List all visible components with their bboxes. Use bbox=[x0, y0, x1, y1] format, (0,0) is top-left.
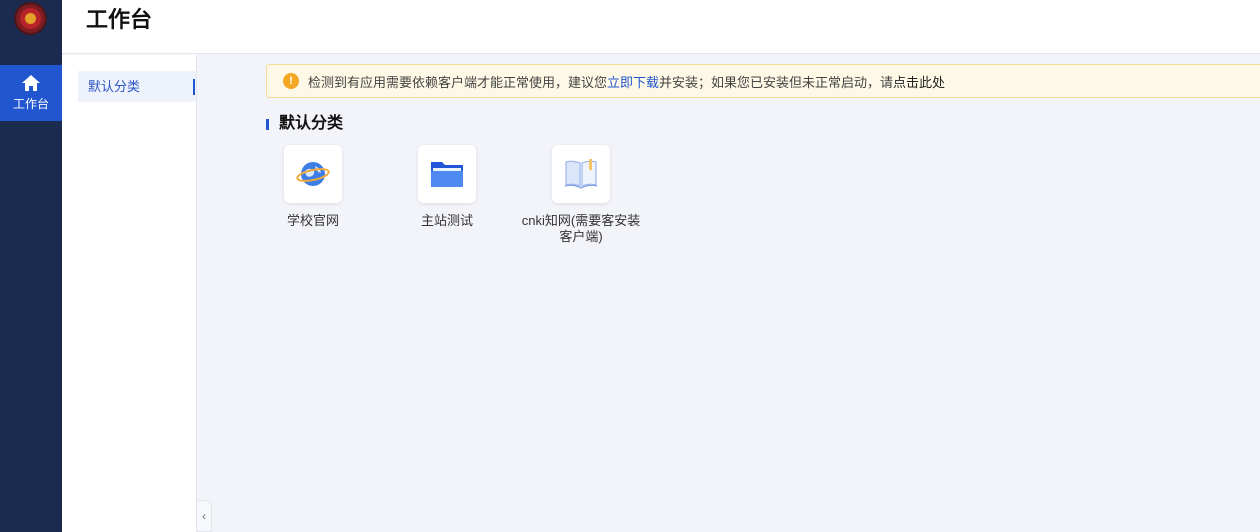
rail-item-workbench[interactable]: 工作台 bbox=[0, 65, 62, 121]
app-tile bbox=[284, 145, 342, 203]
app-tile bbox=[418, 145, 476, 203]
app-tile bbox=[552, 145, 610, 203]
folder-icon bbox=[431, 162, 463, 187]
warning-icon: ! bbox=[283, 73, 299, 89]
app-school-website[interactable]: 学校官网 bbox=[253, 145, 373, 229]
category-item-default[interactable]: 默认分类 bbox=[78, 71, 196, 102]
page-title: 工作台 bbox=[86, 7, 153, 32]
category-panel: 默认分类 bbox=[62, 55, 197, 532]
rail-item-label: 工作台 bbox=[12, 97, 49, 111]
click-here-link[interactable]: 点击此处 bbox=[893, 72, 945, 91]
page-header: 工作台 bbox=[62, 0, 1260, 54]
notice-text-1: 检测到有应用需要依赖客户端才能正常使用，建议您 bbox=[308, 74, 608, 90]
client-notice-banner: ! 检测到有应用需要依赖客户端才能正常使用，建议您 立即下载 并安装；如果您已安装但… bbox=[266, 64, 1260, 98]
left-nav-rail: 工作台 bbox=[0, 0, 62, 532]
app-cnki[interactable]: cnki知网(需要客安装客户端) bbox=[521, 145, 641, 245]
home-icon bbox=[22, 75, 40, 91]
notice-text-2: 并安装；如果您已安装但未正常启动，请 bbox=[659, 74, 894, 90]
app-main-site-test[interactable]: 主站测试 bbox=[387, 145, 507, 229]
app-name: 主站测试 bbox=[420, 213, 473, 228]
collapse-panel-button[interactable]: ‹ bbox=[197, 500, 212, 532]
chevron-left-icon: ‹ bbox=[202, 509, 206, 523]
app-name: 学校官网 bbox=[286, 213, 339, 228]
section-marker bbox=[266, 119, 269, 130]
app-name: cnki知网(需要客安装客户端) bbox=[521, 213, 641, 244]
section-title: 默认分类 bbox=[279, 115, 344, 132]
book-icon bbox=[564, 159, 598, 189]
school-logo bbox=[14, 2, 47, 35]
globe-icon bbox=[296, 162, 330, 186]
download-link[interactable]: 立即下载 bbox=[607, 72, 659, 91]
